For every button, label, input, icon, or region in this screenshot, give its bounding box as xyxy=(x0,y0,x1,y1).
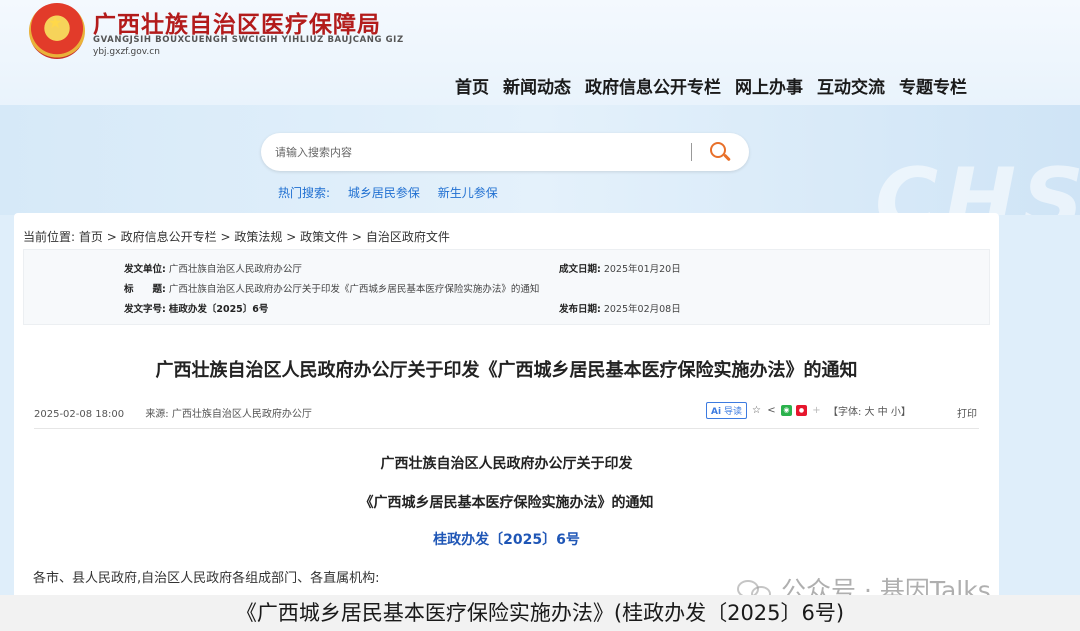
breadcrumb-prefix: 当前位置: xyxy=(23,230,76,244)
article-title: 广西壮族自治区人民政府办公厅关于印发《广西城乡居民基本医疗保险实施办法》的通知 xyxy=(155,360,858,381)
nav-item-online-services[interactable]: 网上办事 xyxy=(735,73,803,98)
breadcrumb-region-docs[interactable]: 自治区政府文件 xyxy=(366,230,450,244)
meta-title-label: 标 题: xyxy=(124,284,166,295)
main-nav: 首页 新闻动态 政府信息公开专栏 网上办事 互动交流 专题专栏 xyxy=(455,73,967,98)
article-info: 2025-02-08 18:00 来源: 广西壮族自治区人民政府办公厅 xyxy=(34,405,312,420)
meta-created: 成文日期: 2025年01月20日 xyxy=(559,261,681,275)
favorite-star-icon[interactable]: ☆ xyxy=(751,405,762,416)
body-salutation: 各市、县人民政府,自治区人民政府各组成部门、各直属机构: xyxy=(33,571,380,586)
meta-title: 标 题: 广西壮族自治区人民政府办公厅关于印发《广西城乡居民基本医疗保险实施办法… xyxy=(124,281,539,295)
meta-published-value: 2025年02月08日 xyxy=(603,304,681,315)
breadcrumb-policy-docs[interactable]: 政策文件 xyxy=(300,230,348,244)
ai-badge: Ai xyxy=(711,407,722,417)
search-divider xyxy=(691,143,692,161)
nav-item-special-topics[interactable]: 专题专栏 xyxy=(899,73,967,98)
article-tools: Ai 导读 ☆ < ◉ ● + 【字体: 大 中 小】 xyxy=(706,402,911,419)
meta-doc-no-value: 桂政办发〔2025〕6号 xyxy=(168,304,269,315)
meta-created-label: 成文日期: xyxy=(559,264,601,275)
meta-issuer-value: 广西壮族自治区人民政府办公厅 xyxy=(168,264,302,275)
meta-created-value: 2025年01月20日 xyxy=(603,264,681,275)
breadcrumb-separator: > xyxy=(351,230,362,244)
search-icon[interactable] xyxy=(710,142,731,162)
ai-read-button[interactable]: Ai 导读 xyxy=(706,402,747,419)
site-name[interactable]: 广西壮族自治区医疗保障局 xyxy=(93,5,381,39)
wechat-icon[interactable]: ◉ xyxy=(780,405,792,416)
national-emblem-icon[interactable]: ★ xyxy=(29,3,85,59)
breadcrumb-gov-info[interactable]: 政府信息公开专栏 xyxy=(121,230,217,244)
site-domain: ybj.gxzf.gov.cn xyxy=(93,47,160,57)
breadcrumb: 当前位置: 首页 > 政府信息公开专栏 > 政策法规 > 政策文件 > 自治区政… xyxy=(23,228,450,245)
divider xyxy=(34,428,979,429)
meta-title-value: 广西壮族自治区人民政府办公厅关于印发《广西城乡居民基本医疗保险实施办法》的通知 xyxy=(168,284,540,295)
weibo-icon[interactable]: ● xyxy=(795,405,807,416)
font-size-control[interactable]: 【字体: 大 中 小】 xyxy=(828,403,911,418)
breadcrumb-home[interactable]: 首页 xyxy=(79,230,103,244)
article-source: 来源: 广西壮族自治区人民政府办公厅 xyxy=(145,409,312,420)
breadcrumb-separator: > xyxy=(106,230,117,244)
share-icon[interactable]: < xyxy=(766,405,777,416)
hot-search: 热门搜索: 城乡居民参保 新生儿参保 xyxy=(278,184,512,201)
meta-published-label: 发布日期: xyxy=(559,304,601,315)
breadcrumb-separator: > xyxy=(286,230,297,244)
meta-issuer: 发文单位: 广西壮族自治区人民政府办公厅 xyxy=(124,261,302,275)
nav-item-gov-info[interactable]: 政府信息公开专栏 xyxy=(585,73,721,98)
meta-doc-no: 发文字号: 桂政办发〔2025〕6号 xyxy=(124,301,268,315)
search-input[interactable] xyxy=(275,145,685,159)
banner-decoration: CHS xyxy=(874,150,1080,215)
search-box xyxy=(261,133,749,171)
body-heading-2: 《广西城乡居民基本医疗保险实施办法》的通知 xyxy=(359,495,654,511)
body-heading-1: 广西壮族自治区人民政府办公厅关于印发 xyxy=(380,456,633,472)
hot-search-link[interactable]: 城乡居民参保 xyxy=(348,186,420,200)
search-banner: CHS 热门搜索: 城乡居民参保 新生儿参保 xyxy=(0,105,1080,215)
ai-read-label: 导读 xyxy=(723,407,742,417)
breadcrumb-separator: > xyxy=(220,230,231,244)
hot-search-label: 热门搜索: xyxy=(278,186,331,200)
more-share-icon[interactable]: + xyxy=(811,405,822,416)
body-doc-number: 桂政办发〔2025〕6号 xyxy=(433,532,580,548)
meta-published: 发布日期: 2025年02月08日 xyxy=(559,301,681,315)
site-header: ★ 广西壮族自治区医疗保障局 GVANGJSIH BOUXCUENGH SWCI… xyxy=(0,0,1080,105)
site-name-roman: GVANGJSIH BOUXCUENGH SWCIGIH YIHLIUZ BAU… xyxy=(93,35,404,45)
article-card: 当前位置: 首页 > 政府信息公开专栏 > 政策法规 > 政策文件 > 自治区政… xyxy=(14,213,999,631)
nav-item-home[interactable]: 首页 xyxy=(455,73,489,98)
hot-search-link[interactable]: 新生儿参保 xyxy=(438,186,498,200)
image-caption: 《广西城乡居民基本医疗保险实施办法》(桂政办发〔2025〕6号) xyxy=(0,595,1080,631)
breadcrumb-policies[interactable]: 政策法规 xyxy=(234,230,282,244)
print-button[interactable]: 打印 xyxy=(957,405,977,420)
meta-doc-no-label: 发文字号: xyxy=(124,304,166,315)
meta-issuer-label: 发文单位: xyxy=(124,264,166,275)
nav-item-interaction[interactable]: 互动交流 xyxy=(817,73,885,98)
nav-item-news[interactable]: 新闻动态 xyxy=(503,73,571,98)
article-datetime: 2025-02-08 18:00 xyxy=(34,409,125,420)
document-meta: 发文单位: 广西壮族自治区人民政府办公厅 标 题: 广西壮族自治区人民政府办公厅… xyxy=(23,249,990,325)
